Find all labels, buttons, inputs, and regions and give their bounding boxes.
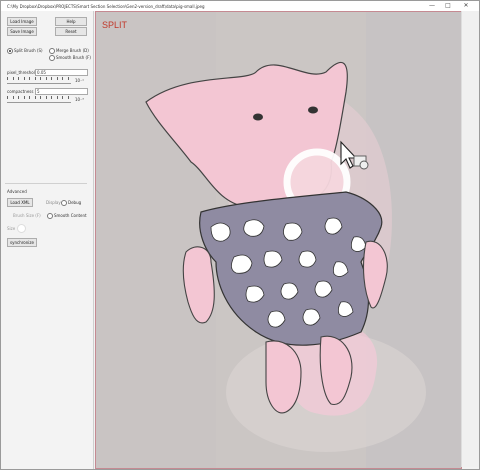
pixel-threshold-exponent: 10⁻¹	[75, 78, 84, 83]
pixel-threshold-slider[interactable]	[7, 77, 71, 84]
slider-tick	[67, 96, 69, 99]
slider-tick	[56, 77, 58, 80]
pixel-threshold-label: pixel_threshold	[7, 70, 38, 75]
slider-tick	[23, 77, 25, 80]
slider-tick	[18, 77, 19, 80]
slider-tick	[18, 96, 19, 99]
slider-tick	[56, 96, 58, 99]
slider-tick	[67, 77, 69, 80]
control-panel: Load Image Help Save Image Reset Split B…	[1, 11, 94, 469]
smooth-brush-radio[interactable]	[49, 55, 55, 61]
slider-tick	[62, 96, 63, 99]
scrollbar[interactable]	[461, 11, 479, 467]
slider-tick	[40, 77, 41, 80]
compactness-field[interactable]: 5	[35, 88, 88, 95]
save-image-button[interactable]: Save Image	[7, 27, 37, 36]
slider-tick	[23, 96, 25, 99]
synchronize-button[interactable]: synchronize	[7, 238, 37, 247]
compactness-slider[interactable]	[7, 96, 71, 103]
split-brush-radio[interactable]	[7, 48, 13, 54]
slider-tick	[29, 96, 30, 99]
load-xml-button[interactable]: Load XML	[7, 198, 33, 207]
reset-button[interactable]: Reset	[55, 27, 87, 36]
slider-tick	[29, 77, 30, 80]
slider-tick	[34, 77, 36, 80]
separator	[5, 183, 87, 184]
smooth-content-label: Smooth Content	[54, 213, 87, 218]
slider-tick	[12, 96, 14, 99]
window-title: C:\My Dropbox\Dropbox\PROJECTS\Smart Sec…	[7, 4, 205, 9]
slider-tick	[51, 96, 52, 99]
split-brush-label: Split Brush (S)	[14, 48, 43, 53]
slider-tick	[7, 96, 8, 99]
close-button[interactable]: ✕	[461, 2, 471, 10]
maximize-button[interactable]: □	[443, 2, 453, 10]
pixel-threshold-field[interactable]: 0.05	[35, 69, 88, 76]
compactness-label: compactness	[7, 89, 34, 94]
smooth-content-radio[interactable]	[47, 213, 53, 219]
advanced-label: Advanced	[7, 189, 27, 194]
smooth-brush-label: Smooth Brush (F)	[56, 55, 91, 60]
slider-tick	[45, 96, 47, 99]
display-label: Display	[46, 200, 61, 205]
slider-tick	[12, 77, 14, 80]
pig-image	[96, 12, 461, 468]
minimize-button[interactable]: —	[427, 2, 437, 10]
size-label: Size	[7, 226, 16, 231]
help-button[interactable]: Help	[55, 17, 87, 26]
size-knob[interactable]	[17, 224, 26, 233]
image-viewer[interactable]: SPLIT	[95, 11, 462, 469]
merge-brush-label: Merge Brush (D)	[56, 48, 89, 53]
slider-tick	[62, 77, 63, 80]
compactness-exponent: 10⁻³	[75, 97, 84, 102]
slider-tick	[34, 96, 36, 99]
debug-label: Debug	[68, 200, 82, 205]
title-bar: C:\My Dropbox\Dropbox\PROJECTS\Smart Sec…	[1, 1, 479, 11]
merge-brush-radio[interactable]	[49, 48, 55, 54]
slider-tick	[40, 96, 41, 99]
slider-tick	[45, 77, 47, 80]
brush-size-label: Brush Size (F)	[13, 213, 41, 218]
load-image-button[interactable]: Load Image	[7, 17, 37, 26]
slider-tick	[7, 77, 8, 80]
slider-tick	[51, 77, 52, 80]
app-window: C:\My Dropbox\Dropbox\PROJECTS\Smart Sec…	[0, 0, 480, 470]
debug-radio[interactable]	[61, 200, 67, 206]
mode-label: SPLIT	[102, 20, 128, 30]
